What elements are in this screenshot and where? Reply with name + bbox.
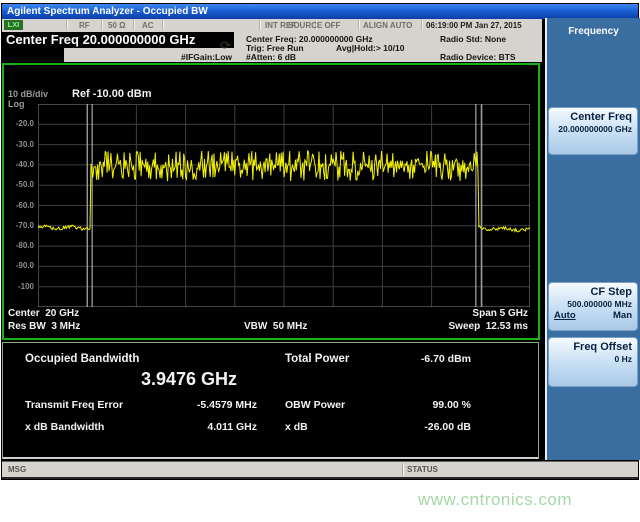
- freq-offset-softkey[interactable]: Freq Offset 0 Hz: [548, 337, 638, 387]
- align-indicator: ALIGN AUTO: [363, 21, 412, 30]
- radio-std-info: Radio Std: None: [440, 34, 506, 44]
- divider: [358, 20, 360, 30]
- scale-per-div-label: 10 dB/div: [8, 89, 48, 99]
- total-power-label: Total Power: [285, 353, 349, 365]
- top-status-strip: LXI RF 50 Ω AC INT REF SOURCE OFF ALIGN …: [2, 19, 542, 33]
- scale-type-label: Log: [8, 99, 25, 109]
- continuous-sweep-icon: ⟳: [220, 39, 232, 52]
- vbw-annotation: VBW 50 MHz: [244, 321, 307, 332]
- y-axis-tick-label: -50.0: [4, 180, 34, 189]
- bottom-status-bar: MSG STATUS: [2, 461, 638, 479]
- divider: [162, 20, 164, 30]
- freq-offset-softkey-label: Freq Offset: [554, 341, 632, 354]
- divider: [402, 463, 404, 476]
- softkey-menu-title: Frequency: [547, 26, 640, 37]
- obw-result-value: 3.9476 GHz: [89, 369, 289, 390]
- xdb-bandwidth-label: x dB Bandwidth: [25, 421, 104, 433]
- if-gain-info: #IFGain:Low: [150, 52, 232, 62]
- y-axis-tick-label: -30.0: [4, 140, 34, 149]
- window-title: Agilent Spectrum Analyzer - Occupied BW: [7, 6, 208, 17]
- input-overlay-block: [2, 48, 64, 62]
- span-annotation: Span 5 GHz: [378, 308, 528, 319]
- y-axis-tick-label: -90.0: [4, 261, 34, 270]
- cf-step-man-option[interactable]: Man: [613, 310, 632, 322]
- res-bw-annotation: Res BW 3 MHz: [8, 321, 80, 332]
- msg-area-label: MSG: [8, 465, 26, 474]
- obw-result-label: Occupied Bandwidth: [25, 353, 139, 365]
- spectrum-display-area: 10 dB/div Log Ref -10.00 dBm -20.0 -30.0 -…: [2, 63, 540, 340]
- spectrum-analyzer-app: Agilent Spectrum Analyzer - Occupied BW …: [0, 0, 640, 522]
- y-axis-tick-label: -70.0: [4, 221, 34, 230]
- obw-power-label: OBW Power: [285, 399, 345, 411]
- status-area-label: STATUS: [407, 465, 438, 474]
- rf-indicator: RF: [79, 21, 90, 30]
- cf-step-softkey[interactable]: CF Step 500.000000 MHz Auto Man: [548, 282, 638, 331]
- radio-device-info: Radio Device: BTS: [440, 52, 516, 62]
- impedance-indicator: 50 Ω: [108, 21, 126, 30]
- lxi-badge: LXI: [4, 20, 23, 30]
- watermark-text: www.cntronics.com: [418, 490, 572, 510]
- softkey-menu-panel: Frequency Center Freq 20.000000000 GHz C…: [545, 18, 640, 460]
- y-axis-tick-label: -60.0: [4, 201, 34, 210]
- divider: [66, 20, 68, 30]
- y-axis-tick-label: -100: [4, 282, 34, 291]
- sweep-annotation: Sweep 12.53 ms: [378, 321, 528, 332]
- divider: [101, 20, 103, 30]
- divider: [259, 20, 261, 30]
- graticule-grid: [38, 104, 530, 307]
- y-axis-tick-label: -20.0: [4, 119, 34, 128]
- xdb-bandwidth-value: 4.011 GHz: [123, 421, 257, 433]
- divider: [133, 20, 135, 30]
- coupling-indicator: AC: [142, 21, 154, 30]
- center-annotation: Center 20 GHz: [8, 308, 79, 319]
- source-indicator: SOURCE OFF: [288, 21, 340, 30]
- freq-offset-softkey-value: 0 Hz: [554, 354, 632, 365]
- obw-results-panel: Occupied Bandwidth 3.9476 GHz Transmit F…: [2, 342, 539, 459]
- total-power-value: -6.70 dBm: [351, 353, 471, 365]
- transmit-freq-error-label: Transmit Freq Error: [25, 399, 123, 411]
- xdb-value: -26.00 dB: [351, 421, 471, 433]
- spectrum-plot: [38, 104, 530, 307]
- transmit-freq-error-value: -5.4579 MHz: [123, 399, 257, 411]
- atten-info: #Atten: 6 dB: [246, 52, 296, 62]
- avg-hold-info: Avg|Hold:> 10/10: [336, 43, 404, 53]
- center-freq-softkey-value: 20.000000000 GHz: [554, 124, 632, 135]
- ref-level-label: Ref -10.00 dBm: [72, 88, 151, 100]
- cf-step-softkey-value: 500.000000 MHz: [554, 299, 632, 310]
- y-axis-tick-label: -80.0: [4, 241, 34, 250]
- window-title-bar: Agilent Spectrum Analyzer - Occupied BW: [2, 4, 638, 19]
- y-axis-tick-label: -40.0: [4, 160, 34, 169]
- xdb-label: x dB: [285, 421, 308, 433]
- center-freq-softkey-label: Center Freq: [554, 111, 632, 124]
- datetime-display: 06:19:00 PM Jan 27, 2015: [426, 21, 522, 30]
- cf-step-auto-option[interactable]: Auto: [554, 310, 576, 322]
- active-function-readout: Center Freq 20.000000000 GHz: [2, 32, 234, 48]
- obw-power-value: 99.00 %: [351, 399, 471, 411]
- center-freq-softkey[interactable]: Center Freq 20.000000000 GHz: [548, 107, 638, 155]
- divider: [421, 20, 423, 30]
- cf-step-softkey-label: CF Step: [554, 286, 632, 299]
